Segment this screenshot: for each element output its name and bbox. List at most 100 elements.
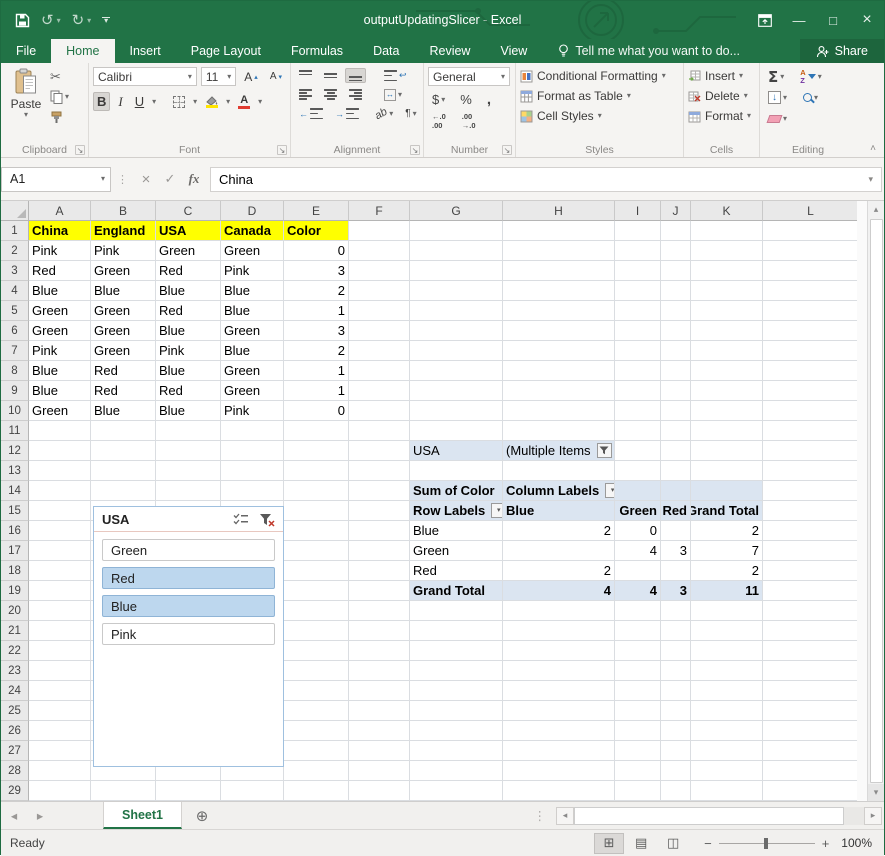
cell-G22[interactable] bbox=[410, 641, 503, 661]
cell-F21[interactable] bbox=[349, 621, 410, 641]
cell-A5[interactable]: Green bbox=[29, 301, 91, 321]
cell-B4[interactable]: Blue bbox=[91, 281, 156, 301]
cell-L28[interactable] bbox=[763, 761, 857, 781]
horizontal-scrollbar[interactable]: ◂ ▸ bbox=[554, 802, 884, 829]
row-header-11[interactable]: 11 bbox=[1, 421, 29, 441]
cell-H17[interactable] bbox=[503, 541, 615, 561]
row-header-15[interactable]: 15 bbox=[1, 501, 29, 521]
cell-C10[interactable]: Blue bbox=[156, 401, 221, 421]
cell-A1[interactable]: China bbox=[29, 221, 91, 241]
cell-H15[interactable]: Blue bbox=[503, 501, 615, 521]
cell-G12[interactable]: USA bbox=[410, 441, 503, 461]
cell-B1[interactable]: England bbox=[91, 221, 156, 241]
cell-E22[interactable] bbox=[284, 641, 349, 661]
cell-J28[interactable] bbox=[661, 761, 691, 781]
cell-F6[interactable] bbox=[349, 321, 410, 341]
cell-E11[interactable] bbox=[284, 421, 349, 441]
italic-button[interactable]: I bbox=[114, 92, 126, 112]
row-header-9[interactable]: 9 bbox=[1, 381, 29, 401]
view-page-break-icon[interactable]: ◫ bbox=[658, 833, 688, 854]
cell-H5[interactable] bbox=[503, 301, 615, 321]
tab-home[interactable]: Home bbox=[51, 39, 114, 63]
cell-I28[interactable] bbox=[615, 761, 661, 781]
cell-L19[interactable] bbox=[763, 581, 857, 601]
cell-L12[interactable] bbox=[763, 441, 857, 461]
align-right-button[interactable] bbox=[345, 87, 366, 102]
cell-L3[interactable] bbox=[763, 261, 857, 281]
cell-L8[interactable] bbox=[763, 361, 857, 381]
cell-J21[interactable] bbox=[661, 621, 691, 641]
cell-K29[interactable] bbox=[691, 781, 763, 801]
col-header-C[interactable]: C bbox=[156, 201, 221, 221]
cell-H12[interactable]: (Multiple Items bbox=[503, 441, 615, 461]
cell-G7[interactable] bbox=[410, 341, 503, 361]
formula-bar-splitter[interactable]: ⋮ bbox=[111, 173, 134, 186]
cell-A12[interactable] bbox=[29, 441, 91, 461]
currency-button[interactable]: $▾ bbox=[428, 90, 449, 109]
pivot-filter-button[interactable] bbox=[597, 443, 612, 458]
decrease-indent-button[interactable]: ← bbox=[295, 106, 327, 121]
cell-I6[interactable] bbox=[615, 321, 661, 341]
cell-K4[interactable] bbox=[691, 281, 763, 301]
cell-H19[interactable]: 4 bbox=[503, 581, 615, 601]
cell-I18[interactable] bbox=[615, 561, 661, 581]
cell-K11[interactable] bbox=[691, 421, 763, 441]
cell-K26[interactable] bbox=[691, 721, 763, 741]
cell-J6[interactable] bbox=[661, 321, 691, 341]
cell-K28[interactable] bbox=[691, 761, 763, 781]
cell-E23[interactable] bbox=[284, 661, 349, 681]
cell-J24[interactable] bbox=[661, 681, 691, 701]
cell-E4[interactable]: 2 bbox=[284, 281, 349, 301]
cell-E12[interactable] bbox=[284, 441, 349, 461]
cell-A6[interactable]: Green bbox=[29, 321, 91, 341]
cell-K16[interactable]: 2 bbox=[691, 521, 763, 541]
zoom-slider[interactable] bbox=[719, 843, 815, 844]
tab-view[interactable]: View bbox=[485, 39, 542, 63]
cut-button[interactable]: ✂ bbox=[50, 69, 69, 85]
sheet-tab-sheet1[interactable]: Sheet1 bbox=[103, 802, 182, 829]
cell-I2[interactable] bbox=[615, 241, 661, 261]
clear-filter-icon[interactable] bbox=[259, 513, 275, 527]
row-header-29[interactable]: 29 bbox=[1, 781, 29, 801]
cell-K8[interactable] bbox=[691, 361, 763, 381]
cell-J8[interactable] bbox=[661, 361, 691, 381]
cell-I9[interactable] bbox=[615, 381, 661, 401]
cell-E29[interactable] bbox=[284, 781, 349, 801]
cell-G16[interactable]: Blue bbox=[410, 521, 503, 541]
cell-K3[interactable] bbox=[691, 261, 763, 281]
cell-G15[interactable]: Row Labels▾ bbox=[410, 501, 503, 521]
cell-L17[interactable] bbox=[763, 541, 857, 561]
cell-D29[interactable] bbox=[221, 781, 284, 801]
row-header-23[interactable]: 23 bbox=[1, 661, 29, 681]
cell-K14[interactable] bbox=[691, 481, 763, 501]
cell-F27[interactable] bbox=[349, 741, 410, 761]
share-button[interactable]: Share bbox=[800, 39, 884, 63]
clipboard-dialog-launcher[interactable]: ↘ bbox=[75, 145, 85, 155]
cell-F7[interactable] bbox=[349, 341, 410, 361]
cell-E6[interactable]: 3 bbox=[284, 321, 349, 341]
cell-A10[interactable]: Green bbox=[29, 401, 91, 421]
cell-L18[interactable] bbox=[763, 561, 857, 581]
cell-I21[interactable] bbox=[615, 621, 661, 641]
cell-E10[interactable]: 0 bbox=[284, 401, 349, 421]
cell-L24[interactable] bbox=[763, 681, 857, 701]
cell-A2[interactable]: Pink bbox=[29, 241, 91, 261]
minimize-icon[interactable]: — bbox=[782, 1, 816, 39]
cell-L7[interactable] bbox=[763, 341, 857, 361]
cell-I24[interactable] bbox=[615, 681, 661, 701]
cell-H22[interactable] bbox=[503, 641, 615, 661]
cell-A8[interactable]: Blue bbox=[29, 361, 91, 381]
col-header-G[interactable]: G bbox=[410, 201, 503, 221]
cell-F12[interactable] bbox=[349, 441, 410, 461]
cell-D6[interactable]: Green bbox=[221, 321, 284, 341]
cell-K1[interactable] bbox=[691, 221, 763, 241]
row-header-16[interactable]: 16 bbox=[1, 521, 29, 541]
cell-J2[interactable] bbox=[661, 241, 691, 261]
cell-F1[interactable] bbox=[349, 221, 410, 241]
number-dialog-launcher[interactable]: ↘ bbox=[502, 145, 512, 155]
cell-A17[interactable] bbox=[29, 541, 91, 561]
cell-F28[interactable] bbox=[349, 761, 410, 781]
cell-K15[interactable]: Grand Total bbox=[691, 501, 763, 521]
cell-E5[interactable]: 1 bbox=[284, 301, 349, 321]
cell-H10[interactable] bbox=[503, 401, 615, 421]
